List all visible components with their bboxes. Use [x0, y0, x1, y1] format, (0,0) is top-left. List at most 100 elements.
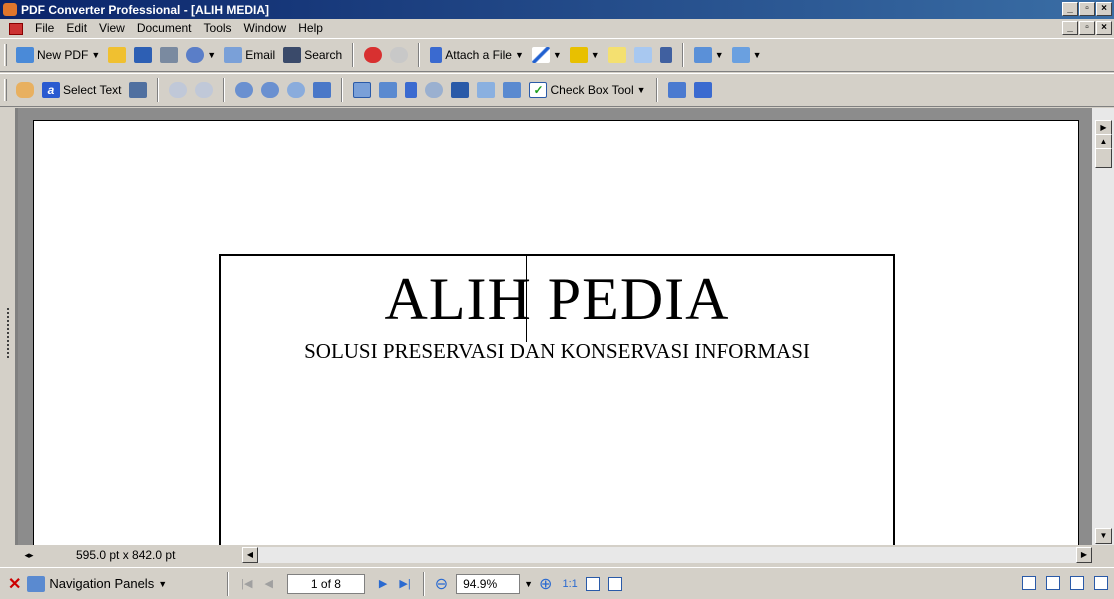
undo-button[interactable] [360, 43, 386, 67]
form-button[interactable]: ▼ [690, 43, 728, 67]
snapshot-button[interactable] [125, 78, 151, 102]
attach-file-button[interactable]: Attach a File ▼ [426, 43, 528, 67]
menu-edit[interactable]: Edit [60, 19, 93, 38]
next-view-button[interactable] [191, 78, 217, 102]
dropdown-arrow-icon[interactable]: ▼ [553, 50, 562, 60]
app-icon [3, 3, 17, 16]
scroll-left-arrow-icon[interactable]: ◀ [242, 547, 258, 563]
line-tool-button[interactable]: ▼ [528, 43, 566, 67]
minimize-button[interactable]: _ [1062, 2, 1078, 16]
dropdown-arrow-icon[interactable]: ▼ [753, 50, 762, 60]
doc-minimize-button[interactable]: _ [1062, 21, 1078, 35]
document-icon[interactable] [9, 22, 23, 35]
vertical-scrollbar[interactable]: ▶ ▲ ▼ [1092, 108, 1114, 545]
save-button[interactable] [130, 43, 156, 67]
dropdown-arrow-icon[interactable]: ▼ [207, 50, 216, 60]
zoom-dropdown-icon[interactable]: ▼ [524, 579, 533, 589]
dropdown-arrow-icon[interactable]: ▼ [515, 50, 524, 60]
signature-button[interactable] [499, 78, 525, 102]
navigation-panels-button[interactable]: Navigation Panels ▼ [27, 575, 167, 592]
workspace: ALIH PEDIA SOLUSI PRESERVASI DAN KONSERV… [0, 108, 1114, 554]
text-box-button[interactable] [630, 43, 656, 67]
single-page-icon[interactable] [1022, 576, 1036, 590]
scroll-right-arrow-icon[interactable]: ▶ [1076, 547, 1092, 563]
scroll-thumb[interactable] [1095, 148, 1112, 168]
convert-icon [186, 47, 205, 63]
previous-view-button[interactable] [165, 78, 191, 102]
dropdown-arrow-icon[interactable]: ▼ [158, 579, 167, 589]
menu-help[interactable]: Help [292, 19, 329, 38]
select-text-button[interactable]: a Select Text [38, 78, 125, 102]
zoom-out-button[interactable] [257, 78, 283, 102]
print-button[interactable] [156, 43, 182, 67]
menu-view[interactable]: View [93, 19, 131, 38]
forward-icon [195, 82, 214, 98]
last-page-icon[interactable]: ▶| [399, 577, 410, 590]
note-icon [607, 47, 626, 63]
split-view-icon[interactable]: ◂▸ [22, 548, 36, 562]
toolbar-separator [418, 43, 421, 67]
facing-icon[interactable] [1070, 576, 1084, 590]
actual-size-icon[interactable]: 1:1 [562, 578, 577, 590]
text-field-button[interactable] [473, 78, 499, 102]
convert-button[interactable]: ▼ [182, 43, 220, 67]
zoom-field[interactable]: 94.9% [456, 573, 521, 594]
email-button[interactable]: Email [220, 43, 279, 67]
open-button[interactable] [104, 43, 130, 67]
dropdown-arrow-icon[interactable]: ▼ [715, 50, 724, 60]
document-title[interactable]: ALIH PEDIA [221, 264, 893, 334]
sticky-note-button[interactable] [604, 43, 630, 67]
toolbar-grip[interactable] [4, 44, 7, 66]
highlight-tool-button[interactable]: ▼ [566, 43, 604, 67]
doc-close-button[interactable]: × [1096, 21, 1112, 35]
link-tool-button[interactable] [421, 78, 447, 102]
maximize-button[interactable]: ▫ [1079, 2, 1095, 16]
back-icon [169, 82, 188, 98]
dropdown-arrow-icon[interactable]: ▼ [591, 50, 600, 60]
document-view[interactable]: ALIH PEDIA SOLUSI PRESERVASI DAN KONSERV… [18, 108, 1092, 554]
text-field-icon [477, 82, 496, 98]
stamp-button[interactable] [656, 43, 676, 67]
menu-bar: File Edit View Document Tools Window Hel… [0, 19, 1114, 38]
first-page-icon[interactable]: |◀ [241, 577, 252, 590]
fit-page-icon[interactable] [585, 576, 600, 591]
fit-page-button[interactable] [309, 78, 335, 102]
rotate-button[interactable] [664, 78, 690, 102]
page-number-field[interactable]: 1 of 8 [286, 573, 365, 594]
document-subtitle[interactable]: SOLUSI PRESERVASI DAN KONSERVASI INFORMA… [221, 338, 893, 364]
zoom-in-icon[interactable]: ⊕ [539, 574, 552, 594]
undo-edit-button[interactable] [690, 78, 716, 102]
scroll-down-arrow-icon[interactable]: ▼ [1095, 528, 1112, 544]
menu-window[interactable]: Window [238, 19, 293, 38]
check-box-tool-button[interactable]: ✓ Check Box Tool ▼ [525, 78, 649, 102]
doc-restore-button[interactable]: ▫ [1079, 21, 1095, 35]
select-area-button[interactable] [375, 78, 401, 102]
dropdown-arrow-icon[interactable]: ▼ [637, 85, 646, 95]
zoom-out-icon[interactable]: ⊖ [435, 574, 448, 594]
arrow-tool-button[interactable] [401, 78, 421, 102]
new-pdf-button[interactable]: New PDF ▼ [12, 43, 104, 67]
continuous-icon[interactable] [1046, 576, 1060, 590]
horizontal-scrollbar[interactable]: ◀ ▶ [242, 547, 1092, 563]
zoom-in-button[interactable] [231, 78, 257, 102]
loupe-button[interactable] [283, 78, 309, 102]
fit-width-icon[interactable] [607, 576, 622, 591]
close-button[interactable]: × [1096, 2, 1112, 16]
select-object-button[interactable] [349, 78, 375, 102]
previous-page-icon[interactable]: ◀ [264, 577, 272, 590]
next-page-icon[interactable]: ▶ [379, 577, 387, 590]
hand-tool-button[interactable] [12, 78, 38, 102]
crop-button[interactable] [447, 78, 473, 102]
redo-button[interactable] [386, 43, 412, 67]
menu-file[interactable]: File [29, 19, 60, 38]
navigation-panel-splitter[interactable] [0, 108, 16, 545]
save-icon [134, 47, 153, 63]
search-button[interactable]: Search [279, 43, 346, 67]
menu-tools[interactable]: Tools [198, 19, 238, 38]
image-button[interactable]: ▼ [728, 43, 766, 67]
toolbar-grip[interactable] [4, 79, 7, 101]
continuous-facing-icon[interactable] [1094, 576, 1108, 590]
menu-document[interactable]: Document [131, 19, 198, 38]
dropdown-arrow-icon[interactable]: ▼ [91, 50, 100, 60]
close-panel-icon[interactable]: ✕ [8, 574, 21, 594]
